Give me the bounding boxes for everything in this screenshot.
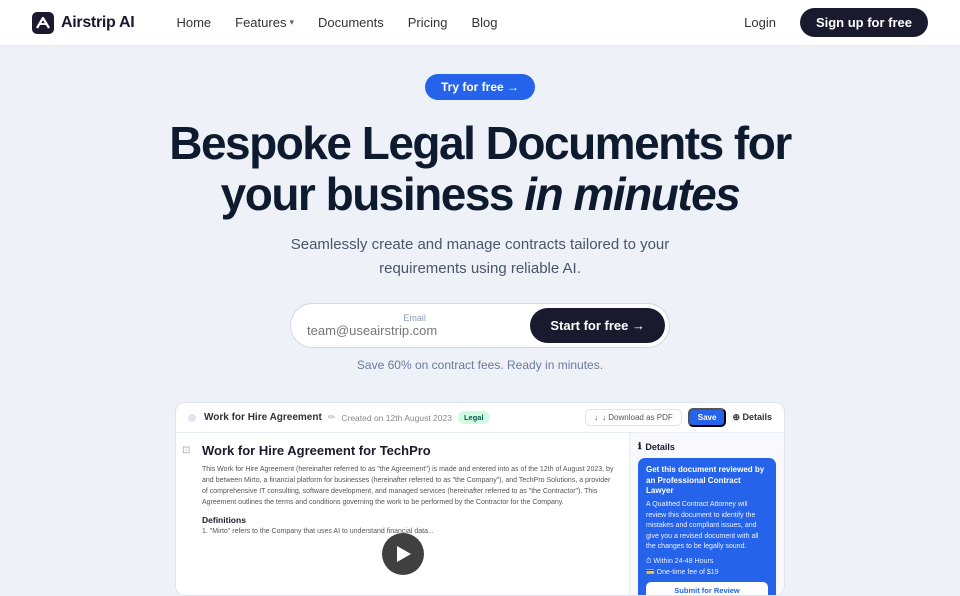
try-badge[interactable]: Try for free → [425,74,535,100]
start-button[interactable]: Start for free → [530,308,665,343]
save-button[interactable]: Save [688,408,727,427]
doc-main-title: Work for Hire Agreement for TechPro [202,443,615,458]
review-card-body: A Qualified Contract Attorney will revie… [646,500,768,553]
login-button[interactable]: Login [730,9,790,36]
doc-created: Created on 12th August 2023 [341,413,452,423]
doc-main: ⊡ Work for Hire Agreement for TechPro Th… [176,433,629,595]
play-triangle-icon [397,546,411,562]
page-icon: ⊡ [182,445,190,456]
hero-section: Try for free → Bespoke Legal Documents f… [0,46,960,388]
doc-sidebar: ℹ Details Get this document reviewed by … [629,433,784,595]
nav-actions: Login Sign up for free [730,8,928,37]
nav-links: Home Features ▾ Documents Pricing Blog [166,9,730,36]
details-label[interactable]: ⊕ Details [732,412,772,423]
doc-toolbar-right: ↓ ↓ Download as PDF Save ⊕ Details [585,408,772,427]
download-pdf-button[interactable]: ↓ ↓ Download as PDF [585,409,682,426]
doc-title-area: Work for Hire Agreement ✏ Created on 12t… [204,411,577,424]
hero-title: Bespoke Legal Documents for your busines… [169,118,791,219]
download-icon: ↓ [594,413,598,422]
logo[interactable]: Airstrip AI [32,12,134,34]
document-preview-wrapper: Work for Hire Agreement ✏ Created on 12t… [0,402,960,596]
doc-toolbar: Work for Hire Agreement ✏ Created on 12t… [176,403,784,433]
nav-home[interactable]: Home [166,9,221,36]
nav-blog[interactable]: Blog [461,9,507,36]
signup-button[interactable]: Sign up for free [800,8,928,37]
submit-review-button[interactable]: Submit for Review [646,582,768,595]
info-icon: ℹ [638,441,641,452]
review-card-title: Get this document reviewed by an Profess… [646,465,768,496]
review-meta-time: ⏱ Within 24-48 Hours [646,558,768,566]
nav-pricing[interactable]: Pricing [398,9,458,36]
logo-icon [32,12,54,34]
play-button[interactable] [382,533,424,575]
edit-icon[interactable]: ✏ [328,412,336,423]
doc-main-subheading: Definitions [202,515,615,525]
email-label-text: Email [307,313,522,323]
email-input[interactable] [307,323,522,338]
doc-badge: Legal [458,411,490,424]
navigation: Airstrip AI Home Features ▾ Documents Pr… [0,0,960,46]
logo-text: Airstrip AI [61,14,134,32]
toolbar-dot [188,414,196,422]
review-meta-price: 💳 One-time fee of $19 [646,568,768,576]
document-preview: Work for Hire Agreement ✏ Created on 12t… [175,402,785,596]
email-form: Email Start for free → [290,303,670,348]
hero-subtitle: Seamlessly create and manage contracts t… [270,233,690,281]
savings-text: Save 60% on contract fees. Ready in minu… [357,358,603,372]
doc-main-body: This Work for Hire Agreement (hereinafte… [202,465,615,508]
chevron-down-icon: ▾ [289,17,294,28]
nav-features[interactable]: Features ▾ [225,9,304,36]
nav-documents[interactable]: Documents [308,9,394,36]
doc-title: Work for Hire Agreement [204,412,322,423]
sidebar-details-title: ℹ Details [638,441,776,452]
doc-body: ⊡ Work for Hire Agreement for TechPro Th… [176,433,784,595]
review-meta: ⏱ Within 24-48 Hours 💳 One-time fee of $… [646,558,768,576]
email-field-wrapper: Email [307,313,522,338]
review-card: Get this document reviewed by an Profess… [638,458,776,595]
